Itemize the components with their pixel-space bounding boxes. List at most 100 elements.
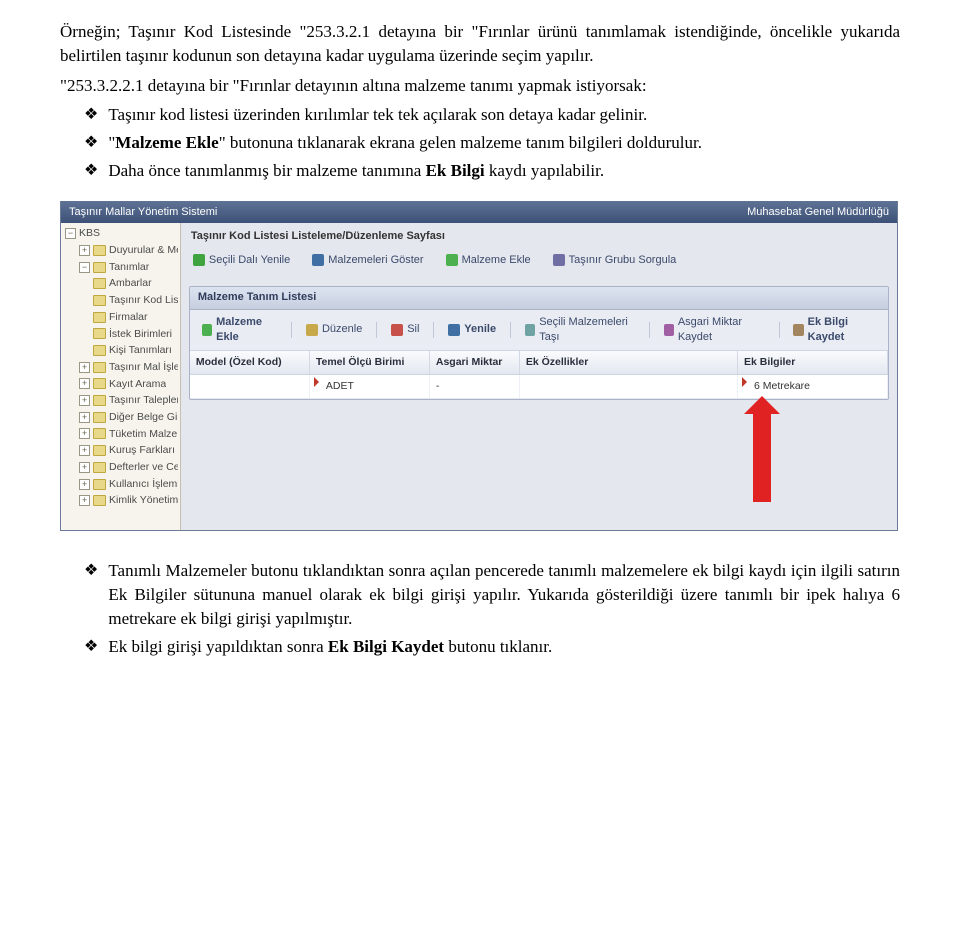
bullet-b2-text: Ek bilgi girişi yapıldıktan sonra Ek Bil…: [108, 635, 900, 659]
bullet-2: ❖ "Malzeme Ekle" butonuna tıklanarak ekr…: [84, 131, 900, 155]
intro-para-2: "253.3.2.2.1 detayına bir "Fırınlar deta…: [60, 74, 900, 98]
folder-icon: [93, 362, 106, 373]
tree-item[interactable]: Taşınır Kod Lis: [89, 292, 180, 309]
expand-icon[interactable]: +: [79, 245, 90, 256]
expand-icon[interactable]: +: [79, 395, 90, 406]
folder-icon: [93, 262, 106, 273]
save-extra-info-button[interactable]: Ek Bilgi Kaydet: [787, 314, 882, 347]
toolbar-top: Seçili Dalı Yenile Malzemeleri Göster Ma…: [181, 249, 897, 272]
folder-icon: [93, 428, 106, 439]
tree-item[interactable]: Ambarlar: [89, 275, 180, 292]
save-icon: [793, 324, 803, 336]
plus-icon: [202, 324, 212, 336]
expand-icon[interactable]: +: [79, 378, 90, 389]
refresh-button[interactable]: Yenile: [442, 321, 502, 338]
cell-attrs[interactable]: [520, 375, 738, 398]
save-min-button[interactable]: Asgari Miktar Kaydet: [658, 314, 771, 347]
sidebar: − KBS +Duyurular & Mesajlar −Tanımlar Am…: [61, 223, 181, 530]
edit-icon: [306, 324, 318, 336]
titlebar: Taşınır Mallar Yönetim Sistemi Muhasebat…: [61, 201, 897, 223]
table-row[interactable]: ADET - 6 Metrekare: [190, 375, 888, 399]
expand-icon[interactable]: +: [79, 428, 90, 439]
col-extra: Ek Bilgiler: [738, 351, 888, 374]
expand-icon[interactable]: +: [79, 479, 90, 490]
col-attrs: Ek Özellikler: [520, 351, 738, 374]
add-material-button[interactable]: Malzeme Ekle: [440, 252, 537, 269]
panel-toolbar: Malzeme Ekle Düzenle Sil Yenile Seçili M…: [190, 310, 888, 352]
list-icon: [312, 254, 324, 266]
tree-item[interactable]: +Duyurular & Mesajlar: [75, 242, 180, 259]
breadcrumb-row: [181, 272, 897, 280]
folder-icon: [93, 378, 106, 389]
tree-item[interactable]: Firmalar: [89, 309, 180, 326]
save-icon: [664, 324, 674, 336]
folder-icon: [93, 295, 106, 306]
diamond-icon: ❖: [84, 635, 98, 659]
tree-item[interactable]: +Kayıt Arama: [75, 376, 180, 393]
expand-icon[interactable]: +: [79, 362, 90, 373]
cell-extra[interactable]: 6 Metrekare: [738, 375, 888, 398]
page-title: Taşınır Kod Listesi Listeleme/Düzenleme …: [181, 223, 897, 248]
tree-item[interactable]: +Taşınır Mal İşlemle: [75, 359, 180, 376]
show-materials-button[interactable]: Malzemeleri Göster: [306, 252, 429, 269]
annotation-arrow-up: [753, 412, 771, 502]
tree-item-tanimlar[interactable]: −Tanımlar: [75, 259, 180, 276]
material-table: Model (Özel Kod) Temel Ölçü Birimi Asgar…: [190, 351, 888, 398]
tree-item[interactable]: +Tüketim Malzeme: [75, 426, 180, 443]
folder-icon: [93, 395, 106, 406]
tree-item[interactable]: +Kimlik Yönetimi: [75, 492, 180, 509]
main-content: Taşınır Kod Listesi Listeleme/Düzenleme …: [181, 223, 897, 530]
title-right: Muhasebat Genel Müdürlüğü: [747, 205, 889, 220]
bullet-b2: ❖ Ek bilgi girişi yapıldıktan sonra Ek B…: [84, 635, 900, 659]
tree-item[interactable]: Kişi Tanımları: [89, 342, 180, 359]
refresh-icon: [448, 324, 460, 336]
material-list-panel: Malzeme Tanım Listesi Malzeme Ekle Düzen…: [189, 286, 889, 400]
bullet-3: ❖ Daha önce tanımlanmış bir malzeme tanı…: [84, 159, 900, 183]
add-material-button-2[interactable]: Malzeme Ekle: [196, 314, 283, 347]
edit-button[interactable]: Düzenle: [300, 321, 368, 338]
tree-item[interactable]: +Diğer Belge Girişle: [75, 409, 180, 426]
expand-icon[interactable]: +: [79, 462, 90, 473]
dirty-icon: [742, 377, 747, 387]
dirty-icon: [314, 377, 319, 387]
expand-icon[interactable]: +: [79, 412, 90, 423]
tree-root-label: KBS: [79, 226, 100, 241]
folder-icon: [93, 278, 106, 289]
refresh-icon: [193, 254, 205, 266]
move-icon: [525, 324, 535, 336]
diamond-icon: ❖: [84, 131, 98, 155]
diamond-icon: ❖: [84, 159, 98, 183]
expand-icon[interactable]: +: [79, 445, 90, 456]
cell-model[interactable]: [190, 375, 310, 398]
refresh-branch-button[interactable]: Seçili Dalı Yenile: [187, 252, 296, 269]
diamond-icon: ❖: [84, 559, 98, 583]
delete-icon: [391, 324, 403, 336]
expand-icon[interactable]: +: [79, 495, 90, 506]
separator: [510, 322, 511, 338]
tree-item[interactable]: +Kuruş Farkları Rap: [75, 442, 180, 459]
tree-item[interactable]: +Kullanıcı İşlemleri: [75, 476, 180, 493]
collapse-icon[interactable]: −: [79, 262, 90, 273]
tree-item[interactable]: +Taşınır Talepleri: [75, 392, 180, 409]
tree-root-kbs[interactable]: − KBS: [61, 225, 180, 242]
folder-icon: [93, 445, 106, 456]
cell-min[interactable]: -: [430, 375, 520, 398]
folder-icon: [93, 495, 106, 506]
bullet-3-text: Daha önce tanımlanmış bir malzeme tanımı…: [108, 159, 900, 183]
tree-item[interactable]: İstek Birimleri: [89, 326, 180, 343]
bullet-b1: ❖ Tanımlı Malzemeler butonu tıklandıktan…: [84, 559, 900, 630]
panel-title: Malzeme Tanım Listesi: [190, 287, 888, 309]
folder-icon: [93, 345, 106, 356]
collapse-icon[interactable]: −: [65, 228, 76, 239]
col-model: Model (Özel Kod): [190, 351, 310, 374]
separator: [779, 322, 780, 338]
move-selected-button[interactable]: Seçili Malzemeleri Taşı: [519, 314, 641, 347]
plus-icon: [446, 254, 458, 266]
tree-item[interactable]: +Defterler ve Cetv: [75, 459, 180, 476]
folder-icon: [93, 479, 106, 490]
bullets-bottom: ❖ Tanımlı Malzemeler butonu tıklandıktan…: [60, 559, 900, 658]
delete-button[interactable]: Sil: [385, 321, 425, 338]
bullet-1: ❖ Taşınır kod listesi üzerinden kırılıml…: [84, 103, 900, 127]
group-query-button[interactable]: Taşınır Grubu Sorgula: [547, 252, 683, 269]
cell-unit[interactable]: ADET: [310, 375, 430, 398]
